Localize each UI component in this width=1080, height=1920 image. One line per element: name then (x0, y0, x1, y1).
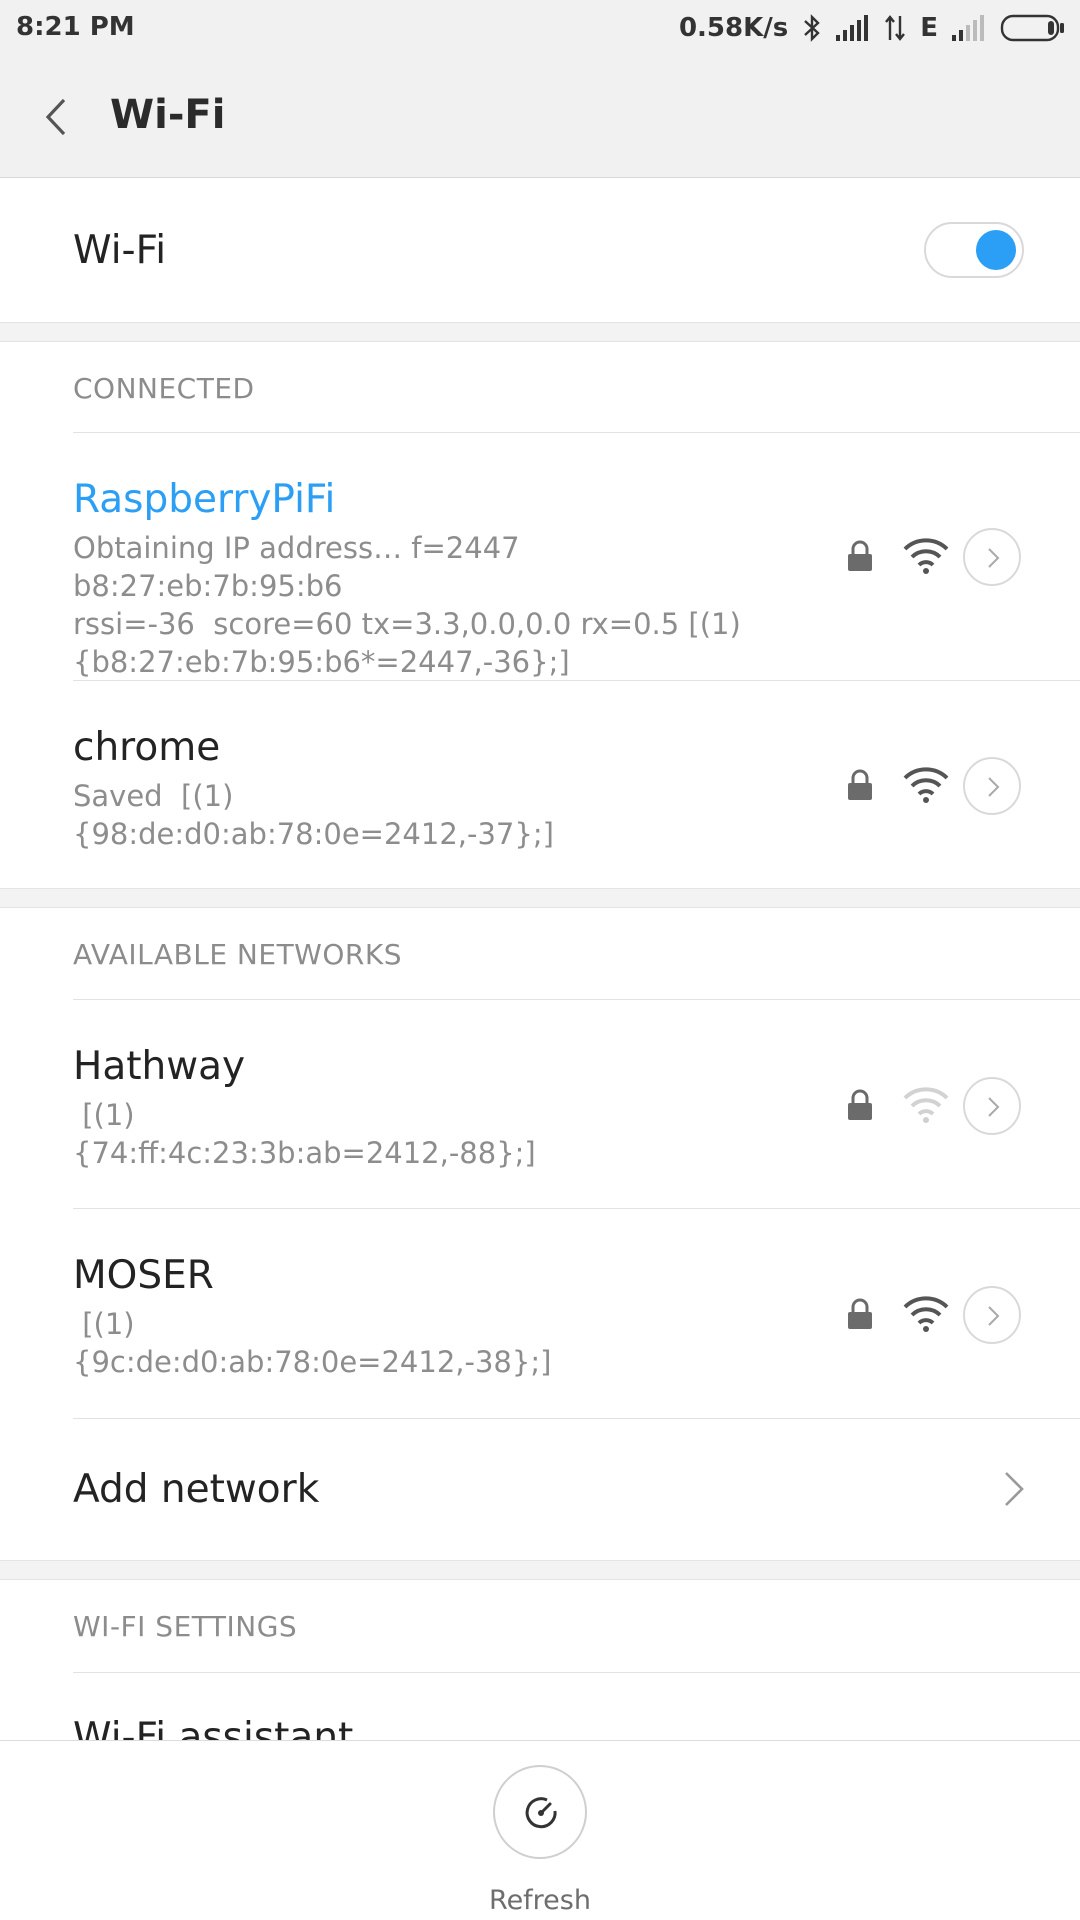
network-detail: [(1) {74:ff:4c:23:3b:ab=2412,-88};] (73, 1098, 536, 1170)
network-item-chrome[interactable]: chrome Saved [(1) {98:de:d0:ab:78:0e=241… (0, 681, 1080, 888)
wifi-assistant-item[interactable]: Wi-Fi assistant (73, 1715, 353, 1740)
section-gap (0, 888, 1080, 908)
network-type: E (920, 13, 938, 43)
network-item-raspberrypifi[interactable]: RaspberryPiFi Obtaining IP address… f=24… (0, 433, 1080, 680)
chevron-left-icon[interactable] (36, 94, 76, 140)
wifi-settings-section: WI-FI SETTINGS Wi-Fi assistant (0, 1580, 1080, 1740)
available-section: AVAILABLE NETWORKS Hathway [(1) {74:ff:4… (0, 908, 1080, 1560)
network-item-hathway[interactable]: Hathway [(1) {74:ff:4c:23:3b:ab=2412,-88… (0, 1000, 1080, 1208)
wifi-signal-weak-icon (903, 1087, 949, 1123)
page-title: Wi-Fi (110, 92, 226, 138)
connected-section: CONNECTED RaspberryPiFi Obtaining IP add… (0, 342, 1080, 888)
chevron-right-icon (988, 777, 1000, 797)
network-name: MOSER (73, 1253, 214, 1298)
chevron-right-icon (1005, 1472, 1024, 1506)
signal-icon (836, 15, 869, 41)
network-name: Hathway (73, 1044, 246, 1089)
toggle-knob (976, 230, 1016, 270)
bottom-bar: Refresh (0, 1740, 1080, 1920)
chevron-right-icon (988, 1097, 1000, 1117)
section-gap (0, 322, 1080, 342)
network-details-button[interactable] (963, 528, 1021, 586)
add-network-row[interactable]: Add network (0, 1419, 1080, 1560)
network-name: chrome (73, 725, 221, 770)
connected-header: CONNECTED (73, 372, 255, 405)
network-details-button[interactable] (963, 1286, 1021, 1344)
refresh-button[interactable] (493, 1765, 587, 1859)
network-detail: Saved [(1) {98:de:d0:ab:78:0e=2412,-37};… (73, 779, 554, 851)
wifi-signal-icon (903, 538, 949, 574)
wifi-toggle-label: Wi-Fi (73, 228, 167, 273)
chevron-right-icon (988, 1306, 1000, 1326)
refresh-label: Refresh (489, 1885, 591, 1916)
section-gap (0, 1560, 1080, 1580)
refresh-icon (525, 1797, 557, 1829)
network-name: RaspberryPiFi (73, 477, 336, 522)
chevron-right-icon (988, 548, 1000, 568)
battery-icon (1000, 14, 1064, 42)
available-header: AVAILABLE NETWORKS (73, 938, 402, 971)
wifi-settings-header: WI-FI SETTINGS (73, 1610, 298, 1643)
divider (73, 1672, 1080, 1673)
top-bar: 8:21 PM 0.58K/s E Wi-Fi (0, 0, 1080, 178)
wifi-signal-icon (903, 1296, 949, 1332)
network-detail: [(1) {9c:de:d0:ab:78:0e=2412,-38};] (73, 1307, 552, 1379)
lock-icon (848, 1298, 872, 1329)
data-arrows-icon (885, 15, 906, 41)
wifi-signal-icon (903, 767, 949, 803)
network-speed: 0.58K/s (678, 13, 789, 43)
network-details-button[interactable] (963, 757, 1021, 815)
signal-weak-icon (952, 15, 984, 41)
bluetooth-icon (804, 14, 820, 42)
app-header: Wi-Fi (0, 56, 1080, 178)
status-bar: 8:21 PM 0.58K/s E (0, 0, 1080, 56)
wifi-toggle-switch[interactable] (924, 222, 1024, 278)
lock-icon (848, 540, 872, 571)
lock-icon (848, 769, 872, 800)
status-icons: 0.58K/s E (679, 10, 1066, 46)
network-details-button[interactable] (963, 1077, 1021, 1135)
add-network-label: Add network (73, 1467, 320, 1512)
network-detail: Obtaining IP address… f=2447 b8:27:eb:7b… (73, 531, 741, 679)
wifi-toggle-row[interactable]: Wi-Fi (0, 178, 1080, 322)
network-item-moser[interactable]: MOSER [(1) {9c:de:d0:ab:78:0e=2412,-38};… (0, 1209, 1080, 1418)
lock-icon (848, 1089, 872, 1120)
status-time: 8:21 PM (16, 12, 135, 42)
